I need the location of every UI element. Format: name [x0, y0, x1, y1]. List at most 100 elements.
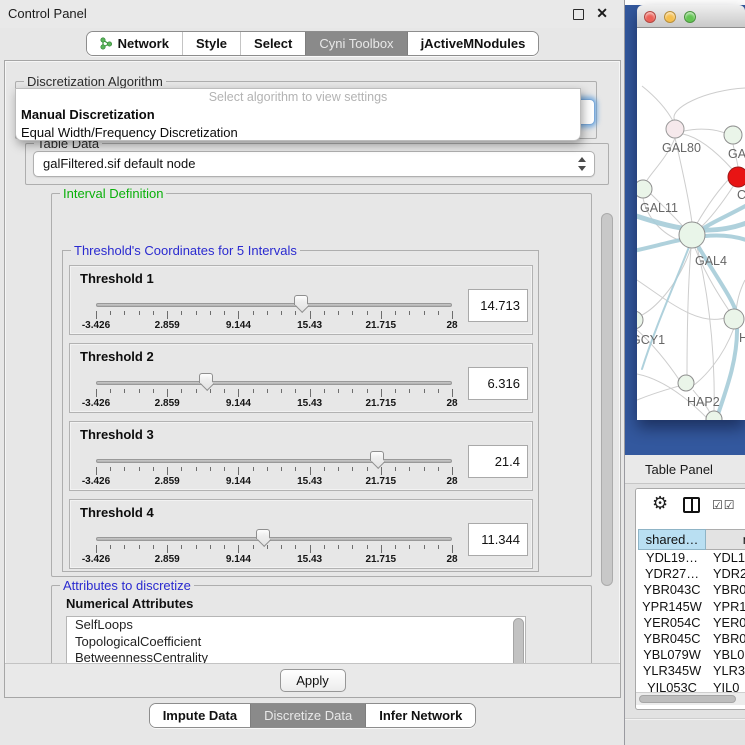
table-hscrollbar[interactable] [636, 692, 745, 705]
tab-style[interactable]: Style [182, 32, 240, 55]
table-row[interactable]: YIL053CYIL0 [638, 680, 745, 693]
node-GAL4[interactable] [679, 222, 705, 248]
network-canvas[interactable]: GAL80GACGAL11GAL4GCY1HHAP2 [637, 28, 745, 420]
table-row[interactable]: YLR345WYLR3 [638, 663, 745, 679]
threshold-value-field[interactable]: 14.713 [468, 289, 528, 322]
cell-name[interactable]: YDL1 [706, 550, 745, 566]
tab-cyni-toolbox[interactable]: Cyni Toolbox [305, 32, 406, 55]
tab-impute-data[interactable]: Impute Data [150, 704, 250, 727]
table-panel: Table Panel ⚙ ☑☑ shared… n YDL19…YDL1YDR… [625, 455, 745, 745]
dropdown-option-2[interactable]: Equal Width/Frequency Discretization [16, 124, 580, 141]
node-GAL11[interactable] [637, 180, 652, 198]
edge[interactable] [637, 280, 728, 319]
tab-discretize-data[interactable]: Discretize Data [250, 704, 365, 727]
table-data-combobox[interactable]: galFiltered.sif default node [33, 151, 595, 177]
cell-name[interactable]: YPR1 [706, 599, 745, 615]
cell-shared-name[interactable]: YBL079W [638, 647, 706, 663]
float-window-icon[interactable] [573, 9, 584, 20]
cell-shared-name[interactable]: YER054C [638, 615, 706, 631]
slider-track[interactable] [96, 537, 452, 541]
cell-name[interactable]: YBL0 [706, 647, 745, 663]
tick-mark [367, 311, 368, 315]
attribute-item[interactable]: SelfLoops [67, 617, 525, 634]
edge[interactable] [642, 86, 673, 121]
node-GAL80[interactable] [666, 120, 684, 138]
tick-mark [210, 389, 211, 393]
cell-shared-name[interactable]: YPR145W [638, 599, 706, 615]
slider-handle[interactable] [199, 373, 213, 383]
select-columns-icon[interactable]: ☑☑ [712, 498, 736, 512]
node-GCY1[interactable] [637, 311, 643, 329]
cell-shared-name[interactable]: YBR043C [638, 582, 706, 598]
tab-jactivemnodules[interactable]: jActiveMNodules [407, 32, 539, 55]
edge[interactable] [684, 129, 725, 133]
tick-mark [338, 467, 339, 471]
node-GAL11-label: GAL11 [640, 201, 678, 215]
cell-name[interactable]: YBR0 [706, 582, 745, 598]
threshold-value-field[interactable]: 11.344 [468, 523, 528, 556]
node-HAP2[interactable] [678, 375, 694, 391]
slider-track[interactable] [96, 303, 452, 307]
tick-mark [324, 467, 325, 471]
table-row[interactable]: YER054CYER0 [638, 615, 745, 631]
tab-select[interactable]: Select [240, 32, 305, 55]
node-GA[interactable] [724, 126, 742, 144]
dropdown-option-1[interactable]: Manual Discretization [16, 106, 580, 124]
cell-shared-name[interactable]: YBR045C [638, 631, 706, 647]
close-light-icon[interactable] [644, 11, 656, 23]
tick-mark [124, 467, 125, 471]
node-red[interactable] [728, 167, 745, 187]
cell-shared-name[interactable]: YDR27… [638, 566, 706, 582]
tab-infer-network[interactable]: Infer Network [365, 704, 475, 727]
zoom-light-icon[interactable] [684, 11, 696, 23]
cell-name[interactable]: YLR3 [706, 663, 745, 679]
cell-shared-name[interactable]: YLR345W [638, 663, 706, 679]
list-scrollbar-thumb[interactable] [513, 618, 524, 664]
numerical-attributes-list[interactable]: SelfLoopsTopologicalCoefficientBetweenne… [66, 616, 526, 664]
cell-name[interactable]: YBR0 [706, 631, 745, 647]
threshold-value-field[interactable]: 6.316 [468, 367, 528, 400]
tick-mark [210, 311, 211, 315]
table-row[interactable]: YDL19…YDL1 [638, 550, 745, 566]
column-header-name[interactable]: n [706, 529, 745, 550]
cell-name[interactable]: YIL0 [706, 680, 745, 693]
cell-shared-name[interactable]: YDL19… [638, 550, 706, 566]
cell-shared-name[interactable]: YIL053C [638, 680, 706, 693]
cell-name[interactable]: YDR2 [706, 566, 745, 582]
edge-thick[interactable] [642, 247, 689, 369]
node-H[interactable] [724, 309, 744, 329]
slider-track[interactable] [96, 381, 452, 385]
table-data-combobox-value: galFiltered.sif default node [43, 152, 195, 176]
minimize-light-icon[interactable] [664, 11, 676, 23]
close-icon[interactable]: ✕ [596, 5, 608, 22]
table-row[interactable]: YBR043CYBR0 [638, 582, 745, 598]
tick-mark [424, 389, 425, 393]
panel-scrollbar-thumb[interactable] [601, 213, 613, 586]
tick-label: 9.144 [226, 476, 251, 487]
edge[interactable] [637, 385, 682, 400]
tick-mark [310, 389, 311, 397]
cell-name[interactable]: YER0 [706, 615, 745, 631]
gear-icon[interactable]: ⚙ [652, 493, 668, 514]
table-row[interactable]: YPR145WYPR1 [638, 599, 745, 615]
edge[interactable] [736, 280, 745, 311]
column-header-shared-name[interactable]: shared… [638, 529, 706, 550]
slider-track[interactable] [96, 459, 452, 463]
tick-label: 21.715 [366, 554, 397, 565]
table-hscrollbar-thumb[interactable] [639, 695, 736, 703]
table-row[interactable]: YBR045CYBR0 [638, 631, 745, 647]
table-row[interactable]: YBL079WYBL0 [638, 647, 745, 663]
columns-icon[interactable] [683, 497, 700, 513]
apply-button[interactable]: Apply [280, 669, 346, 692]
slider-handle[interactable] [256, 529, 270, 539]
threshold-value-field[interactable]: 21.4 [468, 445, 528, 478]
slider-handle[interactable] [370, 451, 384, 461]
attribute-item[interactable]: TopologicalCoefficient [67, 634, 525, 651]
edge[interactable] [674, 88, 745, 121]
tick-mark [452, 545, 453, 553]
slider-handle[interactable] [294, 295, 308, 305]
network-window-titlebar[interactable] [637, 5, 745, 28]
attribute-item[interactable]: BetweennessCentrality [67, 650, 525, 664]
table-row[interactable]: YDR27…YDR2 [638, 566, 745, 582]
tab-network[interactable]: Network [87, 32, 182, 55]
